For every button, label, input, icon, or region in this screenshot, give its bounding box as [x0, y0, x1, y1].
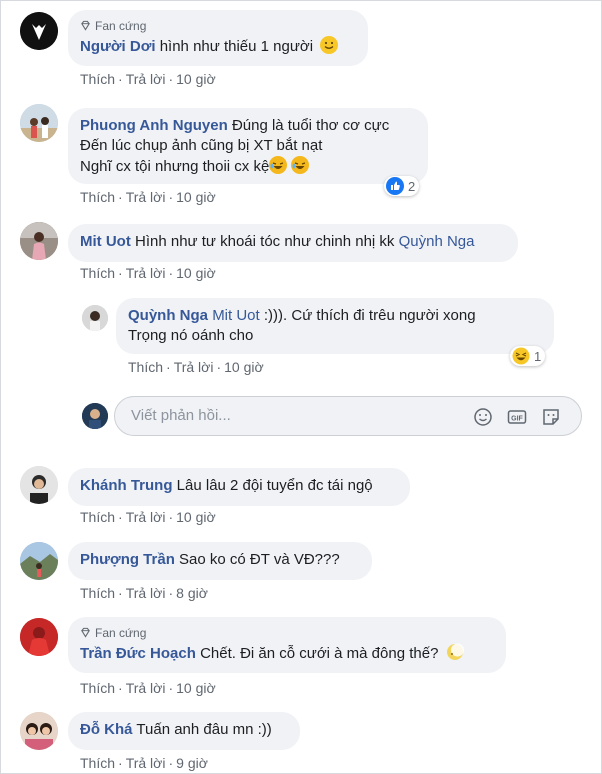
reaction-summary[interactable]: 2	[384, 176, 420, 196]
timestamp[interactable]: 10 giờ	[176, 71, 216, 87]
comment-bubble: Fan cứng Trần Đức Hoạch Chết. Đi ăn cỗ c…	[68, 617, 506, 673]
reply-link[interactable]: Trả lời	[126, 509, 166, 525]
moon-emoji-icon	[446, 643, 464, 661]
comment-bubble: Phượng Trần Sao ko có ĐT và VĐ???	[68, 542, 372, 580]
commenter-name[interactable]: Khánh Trung	[80, 477, 173, 494]
commenter-name[interactable]: Người Dơi	[80, 38, 156, 55]
reply-link[interactable]: Trả lời	[126, 755, 166, 771]
comment-text: Sao ko có ĐT và VĐ???	[179, 551, 340, 568]
reply-text-line-2: Trọng nó oánh cho	[128, 327, 254, 344]
mention-link[interactable]: Mit Uot	[212, 307, 260, 324]
like-link[interactable]: Thích	[80, 189, 115, 205]
avatar[interactable]	[82, 305, 108, 331]
avatar[interactable]	[20, 222, 58, 260]
fan-badge: Fan cứng	[80, 625, 494, 641]
rofl-emoji-icon	[291, 156, 310, 174]
like-link[interactable]: Thích	[80, 585, 115, 601]
reply-actions: Thích · Trả lời · 10 giờ	[128, 359, 264, 375]
mention-link[interactable]: Quỳnh Nga	[399, 233, 475, 250]
sticker-icon[interactable]	[541, 407, 561, 427]
reply-link[interactable]: Trả lời	[126, 265, 166, 281]
avatar[interactable]	[20, 712, 58, 750]
comment-actions: Thích · Trả lời · 10 giờ	[80, 71, 216, 87]
comment-text-line-2: Đến lúc chụp ảnh cũng bị XT bắt nạt	[80, 137, 323, 154]
diamond-icon	[81, 627, 90, 638]
reply-bubble: Quỳnh Nga Mit Uot :))). Cứ thích đi trêu…	[116, 298, 554, 354]
commenter-name[interactable]: Phuong Anh Nguyen	[80, 117, 228, 134]
timestamp[interactable]: 10 giờ	[176, 509, 216, 525]
fan-badge: Fan cứng	[80, 18, 356, 34]
comment-text: hình như thiếu 1 người	[159, 38, 314, 55]
avatar[interactable]	[20, 618, 58, 656]
reply-link[interactable]: Trả lời	[126, 71, 166, 87]
comment-actions: Thích · Trả lời · 10 giờ	[80, 509, 216, 525]
comment-actions: Thích · Trả lời · 10 giờ	[80, 680, 216, 696]
like-link[interactable]: Thích	[128, 359, 163, 375]
current-user-avatar[interactable]	[82, 403, 108, 429]
comment-bubble: Phuong Anh Nguyen Đúng là tuổi thơ cơ cự…	[68, 108, 428, 184]
comment-actions: Thích · Trả lời · 9 giờ	[80, 755, 208, 771]
haha-reaction-icon	[512, 347, 530, 365]
reply-link[interactable]: Trả lời	[126, 585, 166, 601]
emoji-picker-icon[interactable]	[473, 407, 493, 427]
avatar[interactable]	[20, 12, 58, 50]
timestamp[interactable]: 10 giờ	[176, 680, 216, 696]
comment-text: Tuấn anh đâu mn :))	[136, 721, 272, 738]
reply-text-line-1: :))). Cứ thích đi trêu người xong	[263, 307, 476, 324]
comment-bubble: Mit Uot Hình như tư khoái tóc như chinh …	[68, 224, 518, 262]
like-link[interactable]: Thích	[80, 71, 115, 87]
reaction-count: 2	[408, 178, 416, 194]
timestamp[interactable]: 8 giờ	[176, 585, 208, 601]
comment-text: Lâu lâu 2 đội tuyển đc tái ngộ	[176, 477, 373, 494]
timestamp[interactable]: 9 giờ	[176, 755, 208, 771]
comment-bubble: Khánh Trung Lâu lâu 2 đội tuyển đc tái n…	[68, 468, 410, 506]
gif-icon[interactable]: GIF	[507, 407, 527, 427]
reply-input[interactable]	[129, 406, 463, 425]
comment-text-line-1: Đúng là tuổi thơ cơ cực	[231, 117, 390, 134]
smile-emoji-icon	[320, 36, 339, 54]
badge-label: Fan cứng	[95, 19, 147, 33]
like-link[interactable]: Thích	[80, 755, 115, 771]
diamond-icon	[81, 20, 90, 31]
timestamp[interactable]: 10 giờ	[176, 265, 216, 281]
reply-link[interactable]: Trả lời	[126, 680, 166, 696]
comment-actions: Thích · Trả lời · 8 giờ	[80, 585, 208, 601]
timestamp[interactable]: 10 giờ	[176, 189, 216, 205]
commenter-name[interactable]: Đỗ Khá	[80, 721, 133, 738]
svg-text:GIF: GIF	[511, 416, 523, 423]
reaction-count: 1	[534, 348, 542, 364]
comment-text-line-3: Nghĩ cx tội nhưng thoii cx kệ	[80, 158, 270, 175]
badge-label: Fan cứng	[95, 626, 147, 640]
avatar[interactable]	[20, 104, 58, 142]
comment-text: Chết. Đi ăn cỗ cưới à mà đông thế?	[200, 645, 439, 662]
comment-actions: Thích · Trả lời · 10 giờ	[80, 189, 216, 205]
comment-bubble: Đỗ Khá Tuấn anh đâu mn :))	[68, 712, 300, 750]
comment-text: Hình như tư khoái tóc như chinh nhị kk	[135, 233, 395, 250]
like-link[interactable]: Thích	[80, 509, 115, 525]
commenter-name[interactable]: Phượng Trần	[80, 551, 175, 568]
reply-link[interactable]: Trả lời	[174, 359, 214, 375]
avatar[interactable]	[20, 542, 58, 580]
comment-bubble: Fan cứng Người Dơi hình như thiếu 1 ngườ…	[68, 10, 368, 66]
reply-input-box[interactable]: GIF	[114, 396, 582, 436]
reply-link[interactable]: Trả lời	[126, 189, 166, 205]
rofl-emoji-icon	[269, 156, 288, 174]
like-reaction-icon	[386, 177, 404, 195]
commenter-name[interactable]: Mit Uot	[80, 233, 131, 250]
like-link[interactable]: Thích	[80, 680, 115, 696]
commenter-name[interactable]: Quỳnh Nga	[128, 307, 208, 324]
reaction-summary[interactable]: 1	[510, 346, 546, 366]
commenter-name[interactable]: Trần Đức Hoạch	[80, 645, 196, 662]
comment-actions: Thích · Trả lời · 10 giờ	[80, 265, 216, 281]
avatar[interactable]	[20, 466, 58, 504]
timestamp[interactable]: 10 giờ	[224, 359, 264, 375]
like-link[interactable]: Thích	[80, 265, 115, 281]
